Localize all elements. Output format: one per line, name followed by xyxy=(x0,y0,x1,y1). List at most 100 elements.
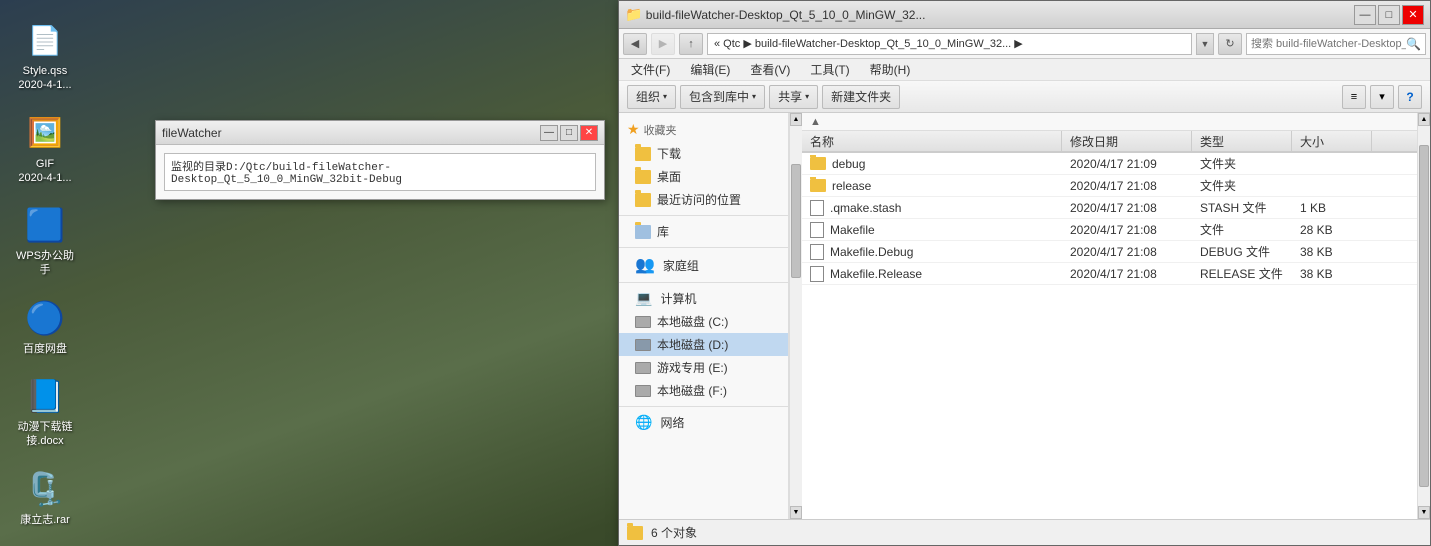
view-change-btn[interactable]: ≡ xyxy=(1342,85,1366,109)
menu-view[interactable]: 查看(V) xyxy=(742,59,798,80)
sidebar-scroll-track xyxy=(790,126,802,506)
sidebar-drive-c-label: 本地磁盘 (C:) xyxy=(657,313,728,330)
toolbar-newfolder-btn[interactable]: 新建文件夹 xyxy=(822,85,900,109)
filelist-scroll-thumb[interactable] xyxy=(1419,145,1429,487)
filewatcher-titlebar: fileWatcher — □ ✕ xyxy=(156,121,604,145)
toolbar-library-btn[interactable]: 包含到库中 ▾ xyxy=(680,85,765,109)
sidebar-computer-label: 计算机 xyxy=(660,290,696,307)
file-date-makefile-release: 2020/4/17 21:08 xyxy=(1062,265,1192,283)
explorer-window: 📁 build-fileWatcher-Desktop_Qt_5_10_0_Mi… xyxy=(618,0,1431,546)
sidebar-item-homegroup[interactable]: 👥 家庭组 xyxy=(619,252,788,278)
desktop-icon-style-qss[interactable]: 📄 Style.qss2020-4-1... xyxy=(10,20,80,93)
search-box[interactable]: 🔍 xyxy=(1246,33,1426,55)
desktop-icon-gif[interactable]: 🖼️ GIF2020-4-1... xyxy=(10,113,80,186)
makefile-debug-doc-icon xyxy=(810,244,824,260)
sidebar-item-drive-c[interactable]: 本地磁盘 (C:) xyxy=(619,310,788,333)
makefile-debug-name: Makefile.Debug xyxy=(830,245,913,259)
sort-arrow-up: ▲ xyxy=(810,116,821,128)
style-qss-icon: 📄 xyxy=(25,20,65,60)
explorer-close-btn[interactable]: ✕ xyxy=(1402,5,1424,25)
sidebar-item-drive-d[interactable]: 本地磁盘 (D:) xyxy=(619,333,788,356)
sidebar-homegroup-label: 家庭组 xyxy=(663,257,699,274)
rar-icon: 🗜️ xyxy=(25,469,65,509)
file-name-makefile: Makefile xyxy=(802,220,1062,240)
sidebar-section-favorites: ★ 收藏夹 下载 桌面 最近访问的位置 xyxy=(619,117,788,211)
desktop-icon-rar[interactable]: 🗜️ 康立志.rar xyxy=(10,469,80,527)
menu-help[interactable]: 帮助(H) xyxy=(862,59,919,80)
filelist-scroll-down[interactable]: ▼ xyxy=(1418,506,1430,519)
col-type-label: 类型 xyxy=(1200,133,1224,150)
file-row-release[interactable]: release 2020/4/17 21:08 文件夹 xyxy=(802,175,1417,197)
docx-icon: 📘 xyxy=(25,376,65,416)
explorer-addressbar: ◀ ▶ ↑ « Qtc ▶ build-fileWatcher-Desktop_… xyxy=(619,29,1430,59)
explorer-toolbar: 组织 ▾ 包含到库中 ▾ 共享 ▾ 新建文件夹 ≡ ▾ ? xyxy=(619,81,1430,113)
sidebar-item-library[interactable]: 库 xyxy=(619,220,788,243)
search-icon[interactable]: 🔍 xyxy=(1406,37,1421,51)
explorer-statusbar: 6 个对象 xyxy=(619,519,1430,545)
filewatcher-close-btn[interactable]: ✕ xyxy=(580,125,598,141)
nav-refresh-btn[interactable]: ↻ xyxy=(1218,33,1242,55)
sidebar-item-recent[interactable]: 最近访问的位置 xyxy=(619,188,788,211)
file-row-makefile-release[interactable]: Makefile.Release 2020/4/17 21:08 RELEASE… xyxy=(802,263,1417,285)
file-name-makefile-release: Makefile.Release xyxy=(802,264,1062,284)
filelist-scrollbar[interactable]: ▲ ▼ xyxy=(1417,113,1430,519)
sidebar-scrollbar[interactable]: ▲ ▼ xyxy=(789,113,802,519)
explorer-title: 📁 build-fileWatcher-Desktop_Qt_5_10_0_Mi… xyxy=(625,6,925,23)
docx-label: 动漫下载链接.docx xyxy=(18,420,73,449)
toolbar-share-btn[interactable]: 共享 ▾ xyxy=(769,85,818,109)
file-row-makefile[interactable]: Makefile 2020/4/17 21:08 文件 28 KB xyxy=(802,219,1417,241)
nav-back-btn[interactable]: ◀ xyxy=(623,33,647,55)
baidu-icon: 🔵 xyxy=(25,298,65,338)
file-name-release: release xyxy=(802,177,1062,195)
sidebar-item-computer[interactable]: 💻 计算机 xyxy=(619,287,788,310)
menu-file[interactable]: 文件(F) xyxy=(623,59,678,80)
nav-up-btn[interactable]: ↑ xyxy=(679,33,703,55)
menu-tools[interactable]: 工具(T) xyxy=(802,59,857,80)
address-field[interactable]: « Qtc ▶ build-fileWatcher-Desktop_Qt_5_1… xyxy=(707,33,1192,55)
desktop-icon-wps[interactable]: 🟦 WPS办公助手 xyxy=(10,205,80,278)
filewatcher-minimize-btn[interactable]: — xyxy=(540,125,558,141)
explorer-maximize-btn[interactable]: □ xyxy=(1378,5,1400,25)
sidebar-item-desktop[interactable]: 桌面 xyxy=(619,165,788,188)
sidebar-item-drive-f[interactable]: 本地磁盘 (F:) xyxy=(619,379,788,402)
col-header-size[interactable]: 大小 xyxy=(1292,131,1372,151)
col-size-label: 大小 xyxy=(1300,133,1324,150)
sidebar-favorites-header: ★ 收藏夹 xyxy=(619,117,788,142)
sidebar-item-network[interactable]: 🌐 网络 xyxy=(619,411,788,434)
debug-name: debug xyxy=(832,157,865,171)
file-type-makefile-release: RELEASE 文件 xyxy=(1192,263,1292,284)
col-header-type[interactable]: 类型 xyxy=(1192,131,1292,151)
sidebar-scroll-down[interactable]: ▼ xyxy=(790,506,802,519)
menu-edit[interactable]: 编辑(E) xyxy=(682,59,738,80)
file-size-makefile: 28 KB xyxy=(1292,221,1372,239)
sidebar-item-download[interactable]: 下载 xyxy=(619,142,788,165)
col-header-name[interactable]: 名称 xyxy=(802,131,1062,151)
makefile-release-doc-icon xyxy=(810,266,824,282)
search-input[interactable] xyxy=(1251,38,1406,50)
sidebar-scroll-thumb[interactable] xyxy=(791,164,801,278)
sidebar-scroll-up[interactable]: ▲ xyxy=(790,113,802,126)
col-header-date[interactable]: 修改日期 xyxy=(1062,131,1192,151)
toolbar-organize-btn[interactable]: 组织 ▾ xyxy=(627,85,676,109)
address-dropdown-btn[interactable]: ▼ xyxy=(1196,33,1214,55)
recent-folder-icon xyxy=(635,193,651,207)
help-btn[interactable]: ? xyxy=(1398,85,1422,109)
desktop-icon-baidu[interactable]: 🔵 百度网盘 xyxy=(10,298,80,356)
view-menu-btn[interactable]: ▾ xyxy=(1370,85,1394,109)
sidebar-item-drive-e[interactable]: 游戏专用 (E:) xyxy=(619,356,788,379)
debug-folder-icon xyxy=(810,157,826,170)
file-size-debug xyxy=(1292,162,1372,166)
file-row-debug[interactable]: debug 2020/4/17 21:09 文件夹 xyxy=(802,153,1417,175)
release-name: release xyxy=(832,179,871,193)
filelist-scroll-up[interactable]: ▲ xyxy=(1418,113,1430,126)
file-type-makefile-debug: DEBUG 文件 xyxy=(1192,241,1292,262)
file-row-qmakestash[interactable]: .qmake.stash 2020/4/17 21:08 STASH 文件 1 … xyxy=(802,197,1417,219)
desktop-icon-docx[interactable]: 📘 动漫下载链接.docx xyxy=(10,376,80,449)
filewatcher-maximize-btn[interactable]: □ xyxy=(560,125,578,141)
file-date-qmakestash: 2020/4/17 21:08 xyxy=(1062,199,1192,217)
nav-forward-btn[interactable]: ▶ xyxy=(651,33,675,55)
file-row-makefile-debug[interactable]: Makefile.Debug 2020/4/17 21:08 DEBUG 文件 … xyxy=(802,241,1417,263)
filewatcher-content: 监视的目录D:/Qtc/build-fileWatcher-Desktop_Qt… xyxy=(156,145,604,199)
sidebar-section-library: 库 xyxy=(619,220,788,243)
explorer-minimize-btn[interactable]: — xyxy=(1354,5,1376,25)
